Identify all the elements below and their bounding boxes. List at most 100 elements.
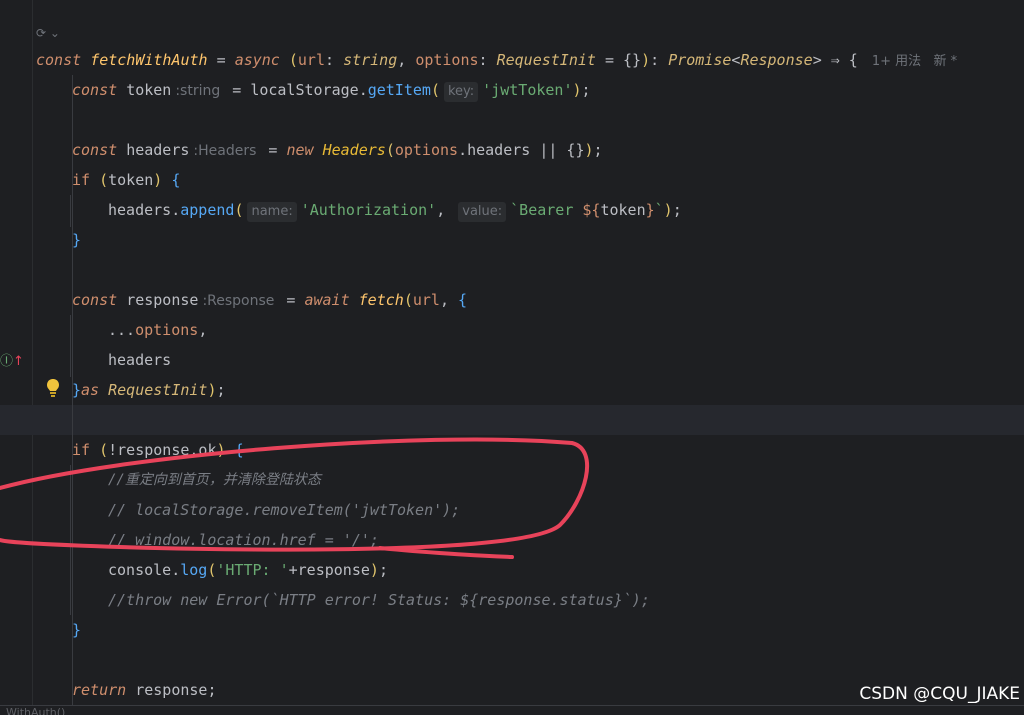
type: RequestInit [496, 51, 596, 69]
angle: > [812, 51, 822, 69]
variable: headers [108, 351, 172, 369]
colon: : [478, 51, 497, 69]
spread: ... [108, 321, 136, 339]
indent-guide [72, 195, 73, 225]
paren: ) [216, 441, 226, 459]
variable: token [126, 81, 172, 99]
current-line-highlight [0, 405, 1024, 435]
code-comment-2[interactable]: // localStorage.removeItem('jwtToken'); [108, 495, 460, 525]
code-comment-3[interactable]: // window.location.href = '/'; [108, 525, 379, 555]
paren: ( [385, 141, 395, 159]
default-value: = {} [595, 51, 642, 69]
type-hint: :Response [202, 293, 275, 309]
code-line-10[interactable]: ...options, [108, 315, 207, 345]
code-line-11[interactable]: headers [108, 345, 171, 375]
code-line-5[interactable]: if (token) { [72, 165, 180, 195]
function-name: fetchWithAuth [90, 51, 208, 69]
semicolon: ; [207, 681, 217, 699]
param: url [297, 51, 325, 69]
paren: ) [207, 381, 217, 399]
variable: headers [108, 201, 172, 219]
semicolon: ; [216, 381, 226, 399]
paren: ( [288, 51, 298, 69]
code-line-22[interactable]: return response; [72, 675, 217, 705]
interpolation: } [645, 201, 655, 219]
variable: token [600, 201, 646, 219]
operator: = [207, 51, 235, 69]
paren: ( [234, 201, 244, 219]
keyword: await [304, 291, 350, 309]
class-name: Headers [322, 141, 386, 159]
code-line-18[interactable]: console.log('HTTP: '+response); [108, 555, 388, 585]
comma: , [397, 51, 416, 69]
brace: { [458, 291, 468, 309]
code-line-2[interactable]: const token:string = localStorage.getItem… [72, 75, 591, 105]
keyword: as [81, 381, 100, 399]
keyword: const [36, 51, 82, 69]
function-name: fetch [358, 291, 404, 309]
paren: ) [663, 201, 673, 219]
code-line-12[interactable]: }as RequestInit); [72, 375, 226, 405]
dot: . [171, 201, 181, 219]
keyword: const [72, 81, 118, 99]
paren: ( [403, 291, 413, 309]
comma: , [439, 291, 458, 309]
code-line-14[interactable]: if (!response.ok) { [72, 435, 244, 465]
breadcrumb-bar[interactable]: WithAuth() [0, 705, 1024, 715]
condition: !response.ok [108, 441, 217, 459]
code-line-1[interactable]: const fetchWithAuth = async (url: string… [36, 45, 957, 75]
code-line-9[interactable]: const response:Response = await fetch(url… [72, 285, 467, 315]
string: 'HTTP: ' [216, 561, 289, 579]
usage-hint[interactable]: 1+ 用法 新 * [872, 54, 957, 69]
method: log [180, 561, 208, 579]
paren: ( [430, 81, 440, 99]
keyword: if [72, 171, 91, 189]
code-line-7[interactable]: } [72, 225, 81, 255]
code-comment-4[interactable]: //throw new Error(`HTTP error! Status: $… [108, 585, 650, 615]
keyword: if [72, 441, 91, 459]
param: options [135, 321, 199, 339]
paren: ) [572, 81, 582, 99]
gutter-divider [32, 0, 33, 715]
paren: ) [369, 561, 379, 579]
variable: token [108, 171, 154, 189]
param-hint: value: [458, 202, 507, 222]
param: options [394, 141, 459, 159]
code-line-4[interactable]: const headers:Headers = new Headers(optio… [72, 135, 603, 165]
code-editor[interactable]: ⟳ ⌄ const fetchWithAuth = async (url: st… [0, 0, 1024, 715]
indent-guide-if [70, 195, 71, 227]
property: headers [467, 141, 531, 159]
operator: = [268, 141, 287, 159]
method: getItem [367, 81, 431, 99]
arrow: ⇒ { [821, 51, 858, 69]
code-line-6[interactable]: headers.append(name: 'Authorization', val… [108, 195, 682, 225]
param-hint: name: [247, 202, 297, 222]
operator: = [286, 291, 305, 309]
indent-guide-if2 [70, 465, 71, 615]
code-comment-1[interactable]: //重定向到首页，并清除登陆状态 [108, 465, 321, 495]
identifier: console [108, 561, 172, 579]
code-line-20[interactable]: } [72, 615, 81, 645]
implement-icon[interactable]: Ⓘ↑ [0, 350, 24, 369]
dot: . [358, 81, 368, 99]
comma: , [198, 321, 208, 339]
expression: +response [288, 561, 370, 579]
brace: } [72, 621, 82, 639]
dot: . [171, 561, 181, 579]
inlay-hint-icon[interactable]: ⟳ ⌄ [36, 26, 60, 40]
type: Response [740, 51, 813, 69]
lightbulb-icon[interactable] [46, 378, 60, 398]
template-string: `Bearer [510, 201, 583, 219]
type: Promise [668, 51, 732, 69]
keyword: const [72, 141, 118, 159]
semicolon: ; [581, 81, 591, 99]
colon: : [650, 51, 669, 69]
type: RequestInit [108, 381, 208, 399]
indent-guide-fetch [70, 315, 71, 377]
keyword: new [286, 141, 314, 159]
brace: } [72, 231, 82, 249]
string: 'jwtToken' [482, 81, 573, 99]
paren: ) [584, 141, 594, 159]
variable: response [135, 681, 208, 699]
operator: = [232, 81, 251, 99]
